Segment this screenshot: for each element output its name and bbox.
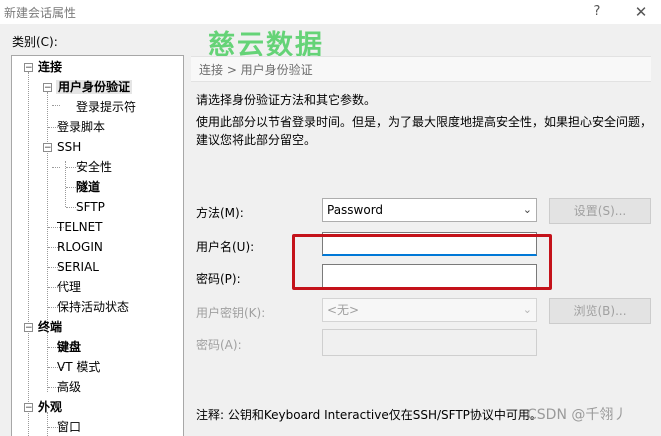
settings-button[interactable]: 设置(S)... [549, 198, 651, 224]
tree-item-telnet[interactable]: TELNET [57, 218, 103, 236]
highlight-box [292, 234, 552, 290]
collapse-icon[interactable]: − [43, 83, 52, 93]
password-label: 密码(P): [196, 272, 241, 286]
tree-item-connection[interactable]: 连接 [38, 58, 62, 76]
tree-item-vt-mode[interactable]: VT 模式 [57, 358, 100, 376]
collapse-icon[interactable]: − [24, 63, 33, 73]
browse-button[interactable]: 浏览(B)... [549, 298, 651, 324]
tree-item-proxy[interactable]: 代理 [57, 278, 81, 296]
userkey-value: <无> [327, 303, 360, 317]
tree-item-ssh[interactable]: SSH [57, 138, 81, 156]
window-title: 新建会话属性 [4, 6, 77, 20]
tree-item-sftp[interactable]: SFTP [76, 198, 105, 216]
tree-item-user-auth[interactable]: 用户身份验证 [56, 78, 133, 96]
note-text: 注释: 公钥和Keyboard Interactive仅在SSH/SFTP协议中… [196, 408, 542, 422]
collapse-icon[interactable]: − [43, 143, 52, 153]
tree-item-terminal[interactable]: 终端 [38, 318, 62, 336]
method-value: Password [327, 203, 384, 217]
intro-text: 建议您将此部分留空。 [196, 133, 317, 147]
collapse-icon[interactable]: − [24, 403, 33, 413]
tree-item-window[interactable]: 窗口 [57, 418, 81, 436]
category-label: 类别(C): [12, 35, 58, 49]
chevron-down-icon: ⌄ [522, 203, 532, 216]
tree-item-login-prompt[interactable]: 登录提示符 [76, 98, 136, 116]
title-bar: 新建会话属性 ? ✕ [0, 0, 661, 24]
collapse-icon[interactable]: − [24, 323, 33, 333]
tree-item-keyboard[interactable]: 键盘 [57, 338, 81, 356]
tree-item-keepalive[interactable]: 保持活动状态 [57, 298, 129, 316]
help-icon[interactable]: ? [586, 2, 608, 22]
username-label: 用户名(U): [196, 240, 255, 254]
close-icon[interactable]: ✕ [630, 2, 652, 22]
breadcrumb: 连接 > 用户身份验证 [191, 56, 651, 82]
tree-item-appearance[interactable]: 外观 [38, 398, 62, 416]
tree-item-serial[interactable]: SERIAL [57, 258, 99, 276]
method-select[interactable]: Password ⌄ [322, 198, 537, 222]
tree-item-advanced[interactable]: 高级 [57, 378, 81, 396]
breadcrumb-text: 连接 > 用户身份验证 [199, 63, 313, 77]
tree-item-rlogin[interactable]: RLOGIN [57, 238, 103, 256]
method-label: 方法(M): [196, 206, 244, 220]
tree-connector [66, 167, 76, 168]
userkey-select[interactable]: <无> ⌄ [322, 298, 537, 322]
tree-connector [52, 167, 60, 168]
passphrase-input[interactable] [322, 329, 537, 356]
tree-connector [66, 187, 76, 188]
tree-item-login-script[interactable]: 登录脚本 [57, 118, 105, 136]
intro-text: 使用此部分以节省登录时间。但是，为了最大限度地提高安全性，如果担心安全问题， [196, 115, 653, 129]
chevron-down-icon: ⌄ [522, 303, 532, 316]
tree-connector [28, 72, 29, 436]
tree-connector [47, 332, 48, 392]
category-tree[interactable]: − − − − − 连接 用户身份验证 登录提示符 登录脚本 SSH 安全性 隧… [11, 55, 184, 436]
tree-connector [52, 105, 60, 106]
tree-item-security[interactable]: 安全性 [76, 158, 112, 176]
tree-item-tunnel[interactable]: 隧道 [76, 178, 100, 196]
csdn-watermark: CSDN @千翎丿 [527, 407, 628, 423]
passphrase-label: 密码(A): [196, 338, 242, 352]
intro-text: 请选择身份验证方法和其它参数。 [196, 93, 377, 107]
userkey-label: 用户密钥(K): [196, 306, 266, 320]
tree-connector [66, 207, 76, 208]
